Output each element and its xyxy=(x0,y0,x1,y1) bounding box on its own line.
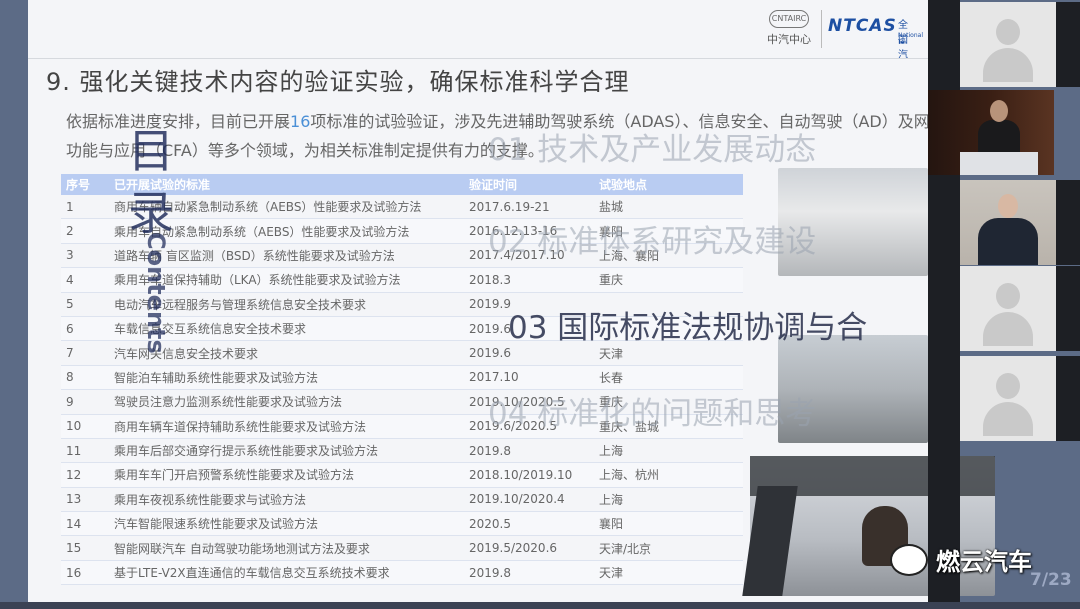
participant-video-tile[interactable] xyxy=(960,180,1056,265)
table-row: 16 基于LTE-V2X直连通信的车载信息交互系统技术要求 2019.8 天津 xyxy=(61,560,743,586)
contents-item-3: 03 国际标准法规协调与合 xyxy=(508,310,868,346)
table-row: 8 智能泊车辅助系统性能要求及试验方法 2017.10 长春 xyxy=(61,365,743,391)
standard-name: 智能泊车辅助系统性能要求及试验方法 xyxy=(109,365,464,391)
caac-logo-name: 中汽中心 xyxy=(767,33,811,46)
row-number: 8 xyxy=(61,365,109,391)
avatar-placeholder-icon xyxy=(996,373,1020,399)
test-location: 天津/北京 xyxy=(594,535,743,561)
table-row: 13 乘用车夜视系统性能要求与试验方法 2019.10/2020.4 上海 xyxy=(61,487,743,513)
row-number: 14 xyxy=(61,511,109,537)
avatar-placeholder-body xyxy=(983,312,1033,346)
row-number: 6 xyxy=(61,316,109,342)
avatar-placeholder-body xyxy=(983,402,1033,436)
table-row: 15 智能网联汽车 自动驾驶功能场地测试方法及要求 2019.5/2020.6 天津/… xyxy=(61,535,743,561)
standard-name: 驾驶员注意力监测系统性能要求及试验方法 xyxy=(109,389,464,415)
avatar-placeholder-icon xyxy=(996,19,1020,45)
participant-head xyxy=(998,194,1018,218)
test-location: 襄阳 xyxy=(594,511,743,537)
contents-label-overlay: Contents xyxy=(142,232,170,354)
ntcas-logo: NTCAS xyxy=(828,16,897,36)
participant-tile-2[interactable] xyxy=(960,266,1056,351)
table-row: 12 乘用车车门开启预警系统性能要求及试验方法 2018.10/2019.10 上海、… xyxy=(61,462,743,488)
test-location: 上海 xyxy=(594,438,743,464)
table-row: 11 乘用车后部交通穿行提示系统性能要求及试验方法 2019.8 上海 xyxy=(61,438,743,464)
speaker-head xyxy=(990,100,1008,122)
contents-item-2: 02 标准体系研究及建设 xyxy=(488,224,817,260)
participant-tile-3[interactable] xyxy=(960,356,1056,441)
standard-name: 智能网联汽车 自动驾驶功能场地测试方法及要求 xyxy=(109,535,464,561)
contents-item-1: 01 技术及产业发展动态 xyxy=(488,132,817,168)
wechat-icon xyxy=(890,543,928,576)
row-number: 12 xyxy=(61,462,109,488)
slide-title: 9. 强化关键技术内容的验证实验，确保标准科学合理 xyxy=(46,68,630,96)
verification-time: 2019.5/2020.6 xyxy=(464,535,594,561)
tile-edge xyxy=(1056,2,1080,87)
participant-tile-1[interactable] xyxy=(960,2,1056,87)
intro-count: 16 xyxy=(290,112,311,131)
verification-time: 2018.10/2019.10 xyxy=(464,462,594,488)
avatar-placeholder-body xyxy=(983,48,1033,82)
standard-name: 汽车智能限速系统性能要求及试验方法 xyxy=(109,511,464,537)
col-header-time: 验证时间 xyxy=(464,174,594,195)
test-location: 上海 xyxy=(594,487,743,513)
row-number: 1 xyxy=(61,195,109,220)
table-row: 14 汽车智能限速系统性能要求及试验方法 2020.5 襄阳 xyxy=(61,511,743,537)
test-location: 长春 xyxy=(594,365,743,391)
row-number: 9 xyxy=(61,389,109,415)
page-number: 7/23 xyxy=(1030,570,1072,590)
logo-divider xyxy=(821,10,822,48)
col-header-no: 序号 xyxy=(61,174,109,195)
tile-edge xyxy=(1056,180,1080,265)
standard-name: 乘用车后部交通穿行提示系统性能要求及试验方法 xyxy=(109,438,464,464)
verification-time: 2019.8 xyxy=(464,438,594,464)
row-number: 3 xyxy=(61,243,109,269)
verification-time: 2019.10/2020.4 xyxy=(464,487,594,513)
standard-name: 商用车辆车道保持辅助系统性能要求及试验方法 xyxy=(109,414,464,439)
contents-item-4: 04 标准化的问题和思考 xyxy=(488,396,817,432)
row-number: 16 xyxy=(61,560,109,586)
tile-edge xyxy=(1056,266,1080,351)
row-number: 13 xyxy=(61,487,109,513)
row-number: 7 xyxy=(61,340,109,366)
avatar-placeholder-icon xyxy=(996,283,1020,309)
photo-car-pillar xyxy=(742,486,798,596)
row-number: 5 xyxy=(61,292,109,317)
test-location: 上海、杭州 xyxy=(594,462,743,488)
col-header-location: 试验地点 xyxy=(594,174,743,195)
verification-time: 2020.5 xyxy=(464,511,594,537)
speaker-video-tile[interactable] xyxy=(928,90,1054,175)
row-number: 15 xyxy=(61,535,109,561)
row-number: 2 xyxy=(61,218,109,244)
participant-figure xyxy=(978,218,1038,265)
watermark-text: 燃云汽车 xyxy=(936,548,1032,576)
bottom-strip xyxy=(0,602,1080,609)
tile-edge xyxy=(1056,356,1080,441)
caac-logo: CNTAIRC 中汽中心 xyxy=(763,10,815,47)
speaker-podium xyxy=(960,152,1038,175)
row-number: 4 xyxy=(61,267,109,293)
row-number: 11 xyxy=(61,438,109,464)
standard-name: 乘用车夜视系统性能要求与试验方法 xyxy=(109,487,464,513)
ntcas-logo-subtitle: National Te xyxy=(898,32,924,46)
standard-name: 基于LTE-V2X直连通信的车载信息交互系统技术要求 xyxy=(109,560,464,586)
contents-title-overlay: 目录 xyxy=(128,124,174,240)
title-divider xyxy=(28,58,928,59)
caac-logo-mark: CNTAIRC xyxy=(769,10,809,28)
test-location: 重庆 xyxy=(594,267,743,293)
standard-name: 乘用车车门开启预警系统性能要求及试验方法 xyxy=(109,462,464,488)
verification-time: 2018.3 xyxy=(464,267,594,293)
wechat-watermark: 燃云汽车 xyxy=(890,542,1032,577)
verification-time: 2017.10 xyxy=(464,365,594,391)
window-left-band xyxy=(0,0,28,609)
row-number: 10 xyxy=(61,414,109,439)
verification-time: 2019.8 xyxy=(464,560,594,586)
test-location: 天津 xyxy=(594,560,743,586)
